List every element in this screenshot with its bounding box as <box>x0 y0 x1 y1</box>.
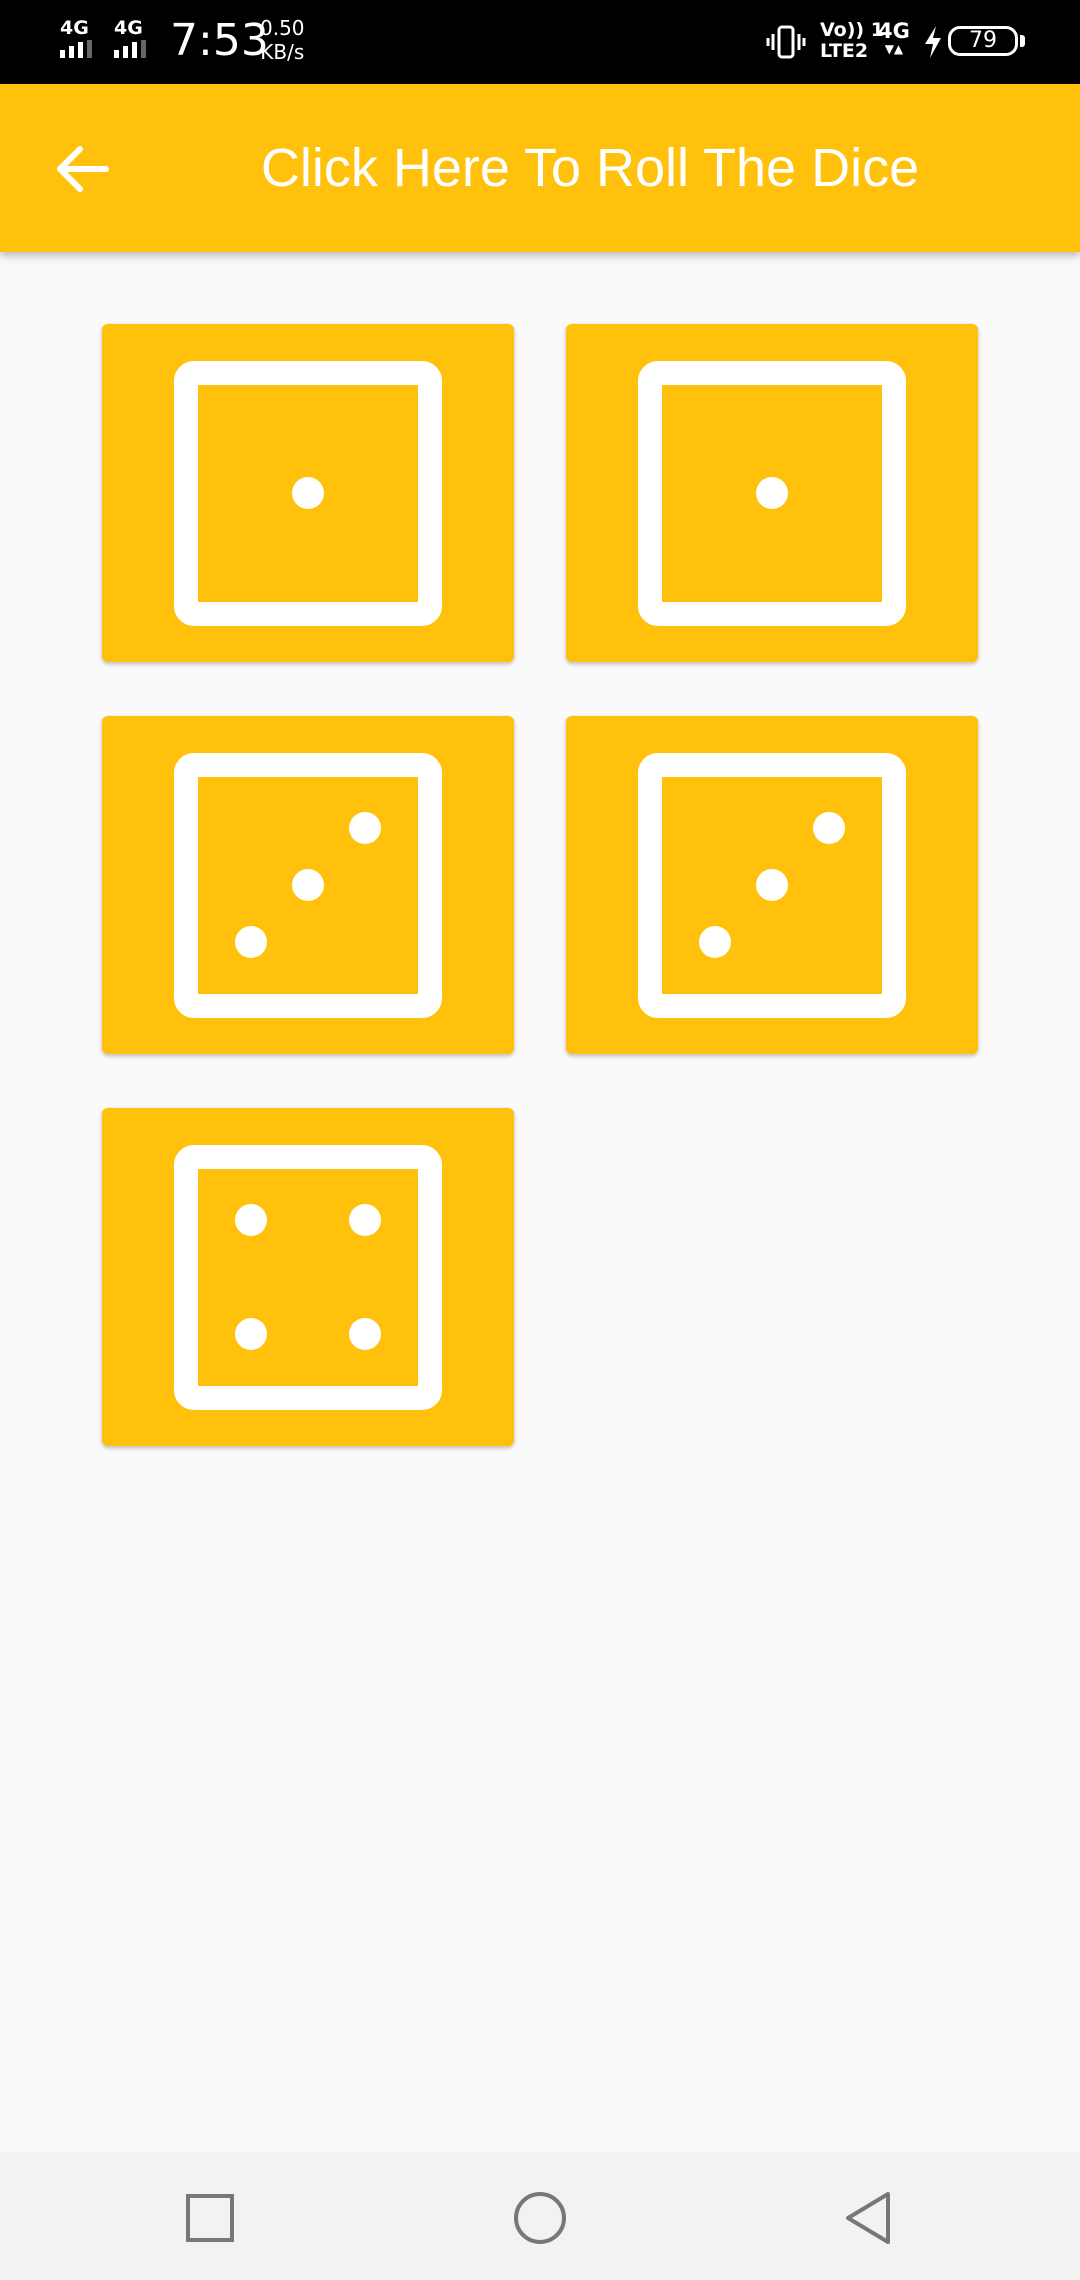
volte-line1: Vo)) 1 <box>820 19 884 41</box>
page-title: Click Here To Roll The Dice <box>260 138 920 198</box>
vibrate-icon <box>766 25 806 59</box>
dice-card-1[interactable] <box>102 324 514 662</box>
battery-icon: 79 <box>948 26 1018 56</box>
dice-pip <box>756 869 788 901</box>
dice-face-icon <box>638 361 906 626</box>
dice-pip <box>292 477 324 509</box>
battery-level: 79 <box>969 28 997 53</box>
dice-face-icon <box>174 1145 442 1410</box>
charging-icon <box>925 26 941 58</box>
back-triangle-icon[interactable] <box>840 2188 900 2248</box>
dice-card-5[interactable] <box>102 1108 514 1446</box>
arrow-back-icon[interactable] <box>48 134 118 204</box>
signal-icon <box>114 40 146 58</box>
dice-card-4[interactable] <box>566 716 978 1054</box>
data-network-indicator: 4G ▼▲ <box>878 20 910 56</box>
sim2-network-label: 4G <box>114 17 143 39</box>
dice-card-2[interactable] <box>566 324 978 662</box>
dice-pip <box>349 1204 381 1236</box>
dice-pip <box>349 812 381 844</box>
dice-face-icon <box>638 753 906 1018</box>
app-bar: Click Here To Roll The Dice <box>0 84 1080 252</box>
dice-frame <box>174 1145 442 1410</box>
battery-tip <box>1020 35 1025 47</box>
dice-face-icon <box>174 361 442 626</box>
data-network-label: 4G <box>878 19 910 43</box>
speed-value: 0.50 <box>260 16 305 40</box>
sim1-signal: 4G <box>60 18 92 58</box>
dice-pip <box>756 477 788 509</box>
dice-card-3[interactable] <box>102 716 514 1054</box>
dice-pip <box>813 812 845 844</box>
roll-dice-title-button[interactable]: Click Here To Roll The Dice <box>130 84 1080 252</box>
signal-icon <box>60 40 92 58</box>
dice-pip <box>349 1318 381 1350</box>
clock: 7:53 <box>170 15 269 66</box>
dice-pip <box>235 1204 267 1236</box>
dice-pip <box>235 926 267 958</box>
system-nav-bar <box>0 2152 1080 2280</box>
dice-pip <box>235 1318 267 1350</box>
home-circle-icon[interactable] <box>510 2188 570 2248</box>
status-bar: 4G 4G 7:53 0.50 KB/s Vo)) 1 LTE2 4G ▼▲ 7… <box>0 0 1080 84</box>
data-arrows-icon: ▼▲ <box>884 42 904 56</box>
speed-unit: KB/s <box>260 40 305 64</box>
recents-square-icon[interactable] <box>180 2188 240 2248</box>
sim1-network-label: 4G <box>60 17 89 39</box>
dice-face-icon <box>174 753 442 1018</box>
sim2-signal: 4G <box>114 18 146 58</box>
volte-indicator: Vo)) 1 LTE2 <box>820 20 884 62</box>
volte-line2: LTE2 <box>820 40 869 62</box>
dice-pip <box>292 869 324 901</box>
network-speed: 0.50 KB/s <box>260 16 305 64</box>
dice-pip <box>699 926 731 958</box>
